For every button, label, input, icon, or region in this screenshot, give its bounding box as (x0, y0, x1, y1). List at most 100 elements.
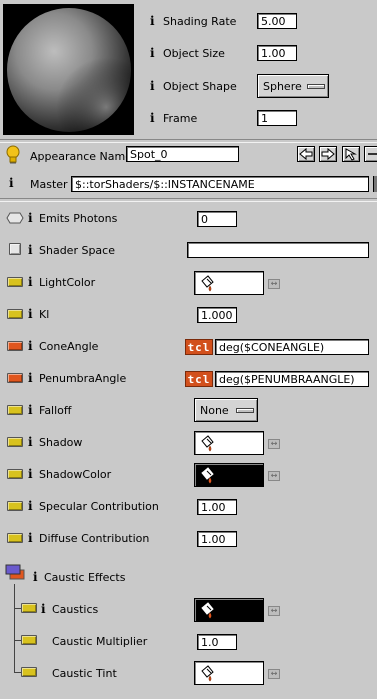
param-toggle-icon[interactable] (7, 437, 23, 447)
double-arrow-icon[interactable]: ↔ (268, 669, 280, 679)
shading-rate-input[interactable]: 5.00 (257, 13, 297, 29)
shader-space-input[interactable] (187, 242, 369, 258)
paint-bucket-icon (201, 435, 214, 452)
caustic-multiplier-label: Caustic Multiplier (52, 635, 148, 648)
penumbra-angle-input[interactable]: deg($PENUMBRAANGLE) (215, 371, 369, 387)
tcl-badge[interactable]: tcl (185, 371, 213, 387)
info-icon[interactable]: i (28, 339, 33, 353)
paint-bucket-icon (201, 602, 214, 619)
bulb-icon (6, 145, 20, 164)
tcl-badge[interactable]: tcl (185, 339, 213, 355)
info-icon[interactable]: i (150, 46, 155, 60)
falloff-label: Falloff (39, 404, 72, 417)
toggle-square-icon[interactable] (9, 243, 21, 255)
caustics-swatch[interactable] (194, 598, 264, 622)
emits-photons-label: Emits Photons (39, 212, 118, 225)
light-color-swatch[interactable] (194, 271, 264, 295)
cone-angle-label: ConeAngle (39, 340, 99, 353)
object-size-input[interactable]: 1.00 (257, 45, 297, 61)
object-shape-value: Sphere (263, 80, 302, 93)
info-icon[interactable]: i (150, 14, 155, 28)
info-icon[interactable]: i (28, 211, 33, 225)
separator (0, 139, 377, 143)
back-arrow-icon (299, 147, 313, 161)
param-toggle-icon[interactable] (7, 533, 23, 543)
param-toggle-icon[interactable] (7, 277, 23, 287)
info-icon[interactable]: i (28, 403, 33, 417)
cone-angle-input[interactable]: deg($CONEANGLE) (215, 339, 369, 355)
shadow-color-label: ShadowColor (39, 468, 112, 481)
object-shape-label: Object Shape (163, 80, 237, 93)
info-icon[interactable]: i (28, 467, 33, 481)
param-toggle-icon[interactable] (7, 469, 23, 479)
specular-input[interactable]: 1.00 (197, 499, 237, 515)
separator (0, 198, 377, 202)
shadow-color-swatch[interactable] (194, 463, 264, 487)
double-arrow-icon[interactable]: ↔ (268, 606, 280, 616)
frame-input[interactable]: 1 (257, 110, 297, 126)
select-button[interactable] (342, 146, 360, 162)
param-toggle-icon[interactable] (7, 405, 23, 415)
falloff-dropdown[interactable]: None (194, 398, 258, 422)
specular-label: Specular Contribution (39, 500, 159, 513)
diffuse-input[interactable]: 1.00 (197, 531, 237, 547)
penumbra-angle-label: PenumbraAngle (39, 372, 127, 385)
info-icon[interactable]: i (33, 570, 38, 584)
param-toggle-icon[interactable] (7, 373, 23, 383)
caustic-tint-swatch[interactable] (194, 661, 264, 685)
info-icon[interactable]: i (28, 435, 33, 449)
object-size-label: Object Size (163, 47, 225, 60)
info-icon[interactable]: i (41, 602, 46, 616)
param-toggle-icon[interactable] (21, 603, 37, 613)
frame-label: Frame (163, 112, 198, 125)
info-icon[interactable]: i (28, 531, 33, 545)
tree-line (14, 584, 15, 672)
menu-button[interactable] (364, 146, 377, 162)
param-toggle-icon[interactable] (7, 501, 23, 511)
emits-photons-input[interactable]: 0 (197, 211, 237, 227)
caustic-multiplier-input[interactable]: 1.0 (197, 634, 237, 650)
param-toggle-icon[interactable] (7, 309, 23, 319)
master-input[interactable]: $::torShaders/$::INSTANCENAME (71, 176, 369, 192)
double-arrow-icon[interactable]: ↔ (268, 439, 280, 449)
param-toggle-icon[interactable] (21, 635, 37, 645)
object-shape-dropdown[interactable]: Sphere (257, 74, 329, 98)
dropdown-indicator-icon (307, 84, 325, 89)
caustic-tint-label: Caustic Tint (52, 667, 117, 680)
menu-bar-icon (368, 153, 377, 155)
shader-group-icon[interactable] (4, 563, 26, 585)
hexagon-toggle-icon[interactable] (6, 212, 24, 224)
kl-label: Kl (39, 308, 50, 321)
preview-sphere (7, 8, 131, 132)
info-icon[interactable]: i (28, 371, 33, 385)
double-arrow-icon[interactable]: ↔ (268, 279, 280, 289)
info-icon[interactable]: i (150, 79, 155, 93)
appearance-name-label: Appearance Name (30, 150, 132, 163)
shading-rate-label: Shading Rate (163, 15, 237, 28)
double-arrow-icon[interactable]: ↔ (268, 471, 280, 481)
forward-arrow-button[interactable] (319, 146, 337, 162)
shader-preview[interactable] (3, 4, 134, 135)
info-icon[interactable]: i (150, 111, 155, 125)
kl-input[interactable]: 1.000 (197, 307, 237, 323)
caustics-label: Caustics (52, 603, 99, 616)
diffuse-label: Diffuse Contribution (39, 532, 150, 545)
param-toggle-icon[interactable] (7, 341, 23, 351)
shadow-swatch[interactable] (194, 431, 264, 455)
info-icon[interactable]: i (28, 275, 33, 289)
master-scroll-edge[interactable] (373, 176, 377, 192)
param-toggle-icon[interactable] (21, 667, 37, 677)
info-icon[interactable]: i (9, 176, 14, 190)
paint-bucket-icon (201, 467, 214, 484)
back-arrow-button[interactable] (297, 146, 315, 162)
shadow-label: Shadow (39, 436, 83, 449)
master-label: Master (30, 178, 68, 191)
paint-bucket-icon (201, 275, 214, 292)
info-icon[interactable]: i (28, 499, 33, 513)
caustic-effects-label: Caustic Effects (44, 571, 126, 584)
shader-space-label: Shader Space (39, 244, 115, 257)
info-icon[interactable]: i (28, 243, 33, 257)
forward-arrow-icon (321, 147, 335, 161)
info-icon[interactable]: i (28, 307, 33, 321)
appearance-name-input[interactable]: Spot_0 (126, 146, 239, 162)
